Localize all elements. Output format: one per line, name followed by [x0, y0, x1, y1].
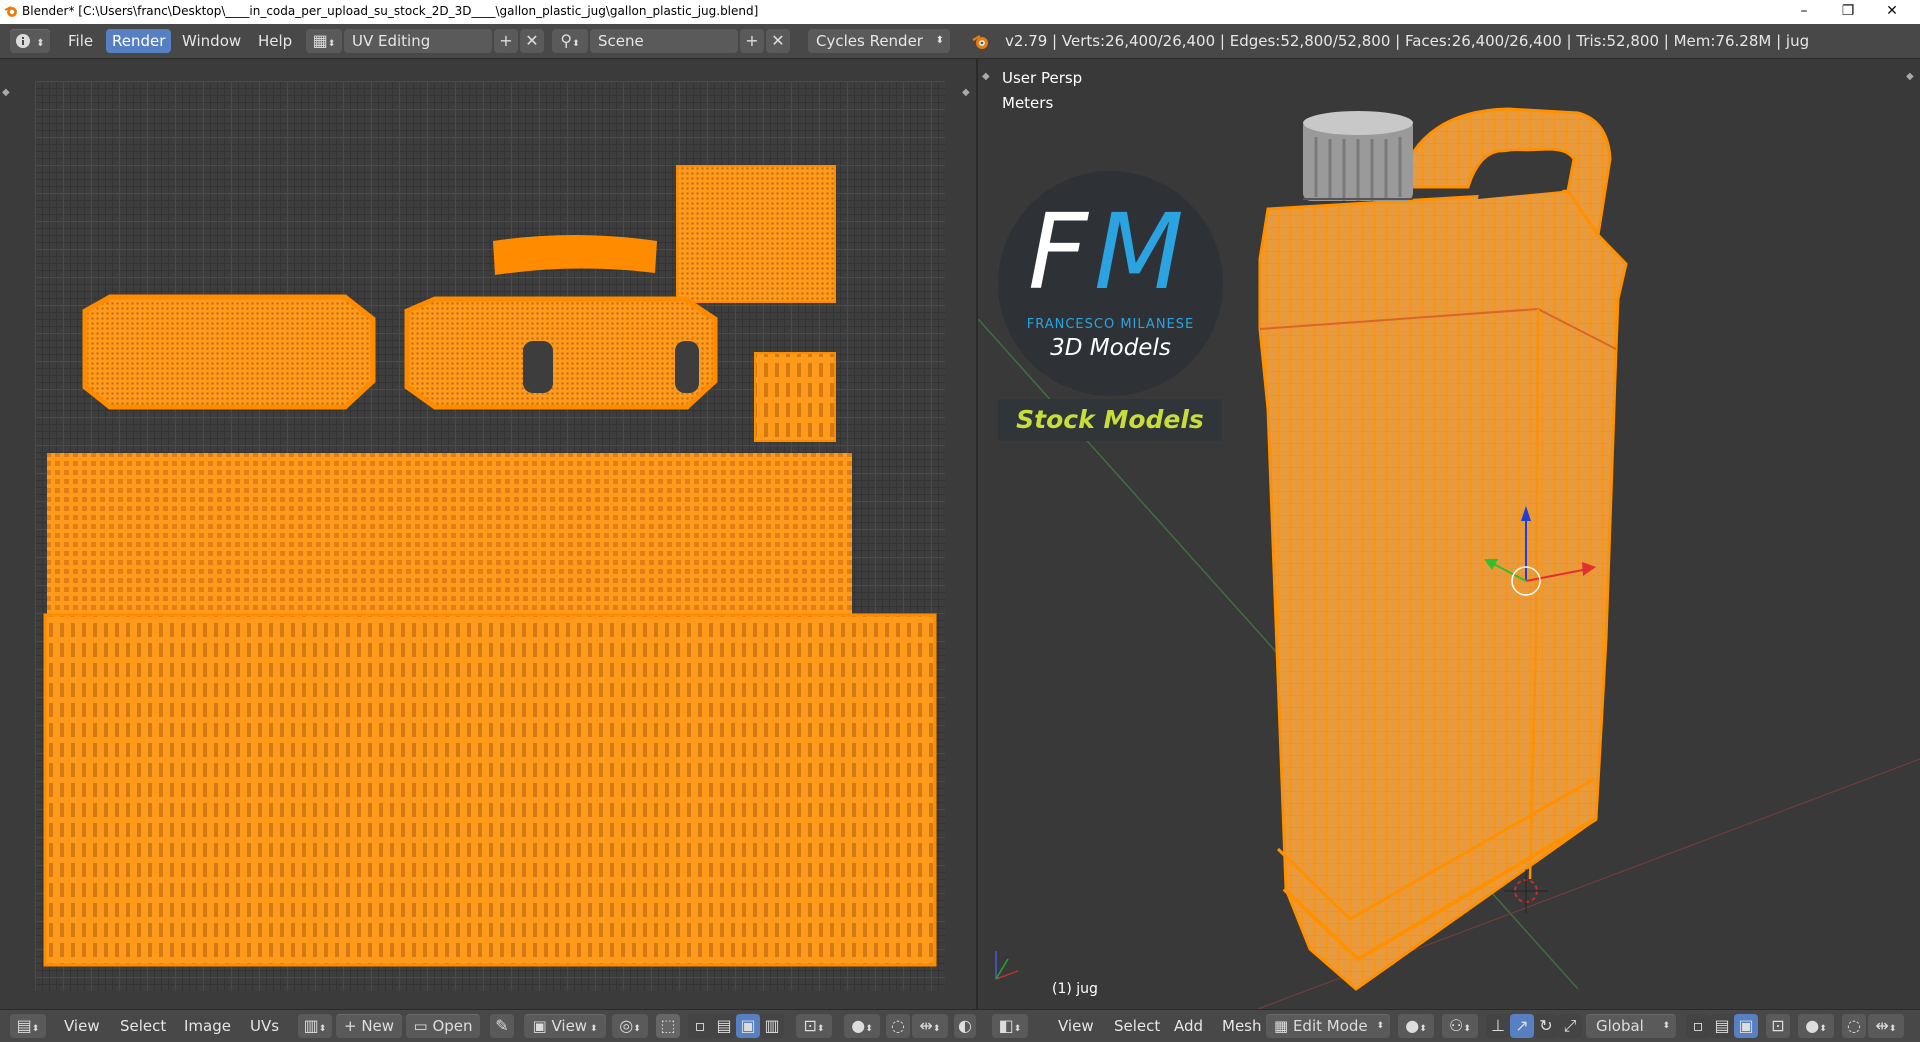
proportional-edit-icon[interactable]: ●⬍	[844, 1014, 880, 1038]
blender-logo-icon	[972, 35, 988, 49]
snap-element-icon[interactable]: ⇹⬍	[912, 1014, 948, 1038]
uv-grid	[35, 81, 945, 991]
vp-menu-mesh[interactable]: Mesh	[1216, 1014, 1268, 1038]
view-mode-icon: ▣	[532, 1017, 552, 1035]
minimize-button[interactable]: –	[1782, 0, 1826, 24]
uv-overlay-icon[interactable]: ◐	[954, 1014, 976, 1038]
image-editor-type-icon[interactable]: ▤⬍	[10, 1014, 46, 1038]
menu-window[interactable]: Window	[176, 29, 247, 53]
uv-islands	[43, 165, 937, 967]
uv-island-block-top	[676, 165, 836, 303]
pin-icon[interactable]: ✎	[490, 1014, 514, 1038]
uv-image-editor[interactable]: ◆ ◆	[0, 59, 976, 1009]
image-browse-icon[interactable]: ▥⬍	[298, 1014, 332, 1038]
snap-icon[interactable]: ◌	[886, 1014, 910, 1038]
select-vertex-icon[interactable]: ▫	[688, 1014, 712, 1038]
uv-island-side-left	[82, 294, 376, 410]
manipulator-icon[interactable]: ⊥	[1486, 1014, 1510, 1038]
uv-island-cap-strip	[493, 235, 657, 275]
vp-menu-select[interactable]: Select	[1108, 1014, 1166, 1038]
menu-help[interactable]: Help	[252, 29, 298, 53]
3d-viewport[interactable]: ◆ ◆ User Persp Meters F M FRANCESCO MILA…	[978, 59, 1920, 1009]
open-image-button[interactable]: ▭ Open	[406, 1014, 480, 1038]
shading-icon[interactable]: ●⬍	[1398, 1014, 1434, 1038]
pivot-icon[interactable]: ◎⬍	[612, 1014, 648, 1038]
folder-icon: ▭	[413, 1017, 433, 1035]
close-button[interactable]: ✕	[1870, 0, 1914, 24]
scale-icon[interactable]: ⤢	[1558, 1014, 1582, 1038]
object-label: (1) jug	[1052, 981, 1098, 997]
open-label: Open	[432, 1017, 473, 1035]
vp-menu-view[interactable]: View	[1052, 1014, 1100, 1038]
orientation-select[interactable]: Global ⬍	[1586, 1014, 1676, 1038]
vp-snap-icon[interactable]: ◌	[1842, 1014, 1866, 1038]
uv-island-block-small	[754, 352, 836, 442]
add-layout-icon[interactable]: +	[494, 29, 518, 53]
editor-type-button[interactable]: ⬍	[10, 29, 50, 53]
select-island-icon[interactable]: ▥	[760, 1014, 784, 1038]
layout-field[interactable]: UV Editing	[344, 29, 492, 53]
banner-text: Stock Models	[1016, 405, 1204, 434]
scene-icon[interactable]: ⚲⬍	[552, 29, 588, 53]
select-edge-mode-icon[interactable]: ▤	[1710, 1014, 1734, 1038]
uv-island-body	[45, 615, 935, 965]
select-vertex-mode-icon[interactable]: ▫	[1686, 1014, 1710, 1038]
uv-menu-select[interactable]: Select	[114, 1014, 172, 1038]
maximize-button[interactable]: ❐	[1826, 0, 1870, 24]
sync-selection-icon[interactable]: ⬚	[656, 1014, 680, 1038]
remove-scene-icon[interactable]: ✕	[766, 29, 790, 53]
screen-layout-icon[interactable]: ▦⬍	[306, 29, 342, 53]
menu-render[interactable]: Render	[106, 29, 172, 53]
vp-menu-add[interactable]: Add	[1168, 1014, 1209, 1038]
logo-letter-f: F	[1028, 191, 1088, 313]
info-header: ⬍ File Render Window Help ▦⬍ UV Editing …	[0, 24, 1920, 59]
vp-snap-element-icon[interactable]: ⇹⬍	[1868, 1014, 1904, 1038]
region-toggle-right-icon[interactable]: ◆	[962, 87, 970, 98]
window-title: Blender* [C:\Users\franc\Desktop\____in_…	[22, 4, 759, 18]
vp-proportional-edit-icon[interactable]: ●⬍	[1798, 1014, 1834, 1038]
uv-menu-view[interactable]: View	[58, 1014, 106, 1038]
view-mode-select[interactable]: ▣ View ⬍	[524, 1014, 606, 1038]
uv-island-shoulder-band	[47, 453, 852, 615]
orientation-label: Global	[1596, 1017, 1644, 1035]
uv-island-side-right	[404, 296, 718, 410]
uv-menu-image[interactable]: Image	[178, 1014, 237, 1038]
select-face-mode-icon[interactable]: ▣	[1734, 1014, 1758, 1038]
region-toggle-left-icon[interactable]: ◆	[2, 87, 10, 98]
new-label: New	[361, 1017, 395, 1035]
translate-icon[interactable]: ↗	[1510, 1014, 1534, 1038]
edit-mode-icon: ▦	[1274, 1017, 1293, 1035]
mode-label: Edit Mode	[1292, 1017, 1368, 1035]
menu-file[interactable]: File	[62, 29, 99, 53]
scene-field[interactable]: Scene	[590, 29, 738, 53]
scene-statistics: v2.79 | Verts:26,400/26,400 | Edges:52,8…	[1005, 32, 1810, 50]
blender-logo-icon	[4, 6, 17, 17]
sticky-select-icon[interactable]: ⊡⬍	[796, 1014, 832, 1038]
info-icon	[16, 34, 31, 48]
logo-letter-m: M	[1094, 191, 1184, 313]
window-titlebar: Blender* [C:\Users\franc\Desktop\____in_…	[0, 0, 1920, 24]
view-mode-label: View	[551, 1017, 588, 1035]
uv-menu-uvs[interactable]: UVs	[244, 1014, 285, 1038]
editor-footers: ▤⬍ View Select Image UVs ▥⬍ + New ▭ Open…	[0, 1009, 1920, 1042]
render-engine-label: Cycles Render	[816, 32, 923, 50]
stock-models-banner: Stock Models	[998, 399, 1222, 441]
axis-widget-icon	[995, 951, 1019, 980]
plus-icon: +	[343, 1017, 362, 1035]
select-edge-icon[interactable]: ▤	[712, 1014, 736, 1038]
viewport-type-icon[interactable]: ◧⬍	[992, 1014, 1028, 1038]
add-scene-icon[interactable]: +	[740, 29, 764, 53]
select-face-icon[interactable]: ▣	[736, 1014, 760, 1038]
remove-layout-icon[interactable]: ✕	[520, 29, 544, 53]
logo-subtitle: 3D Models	[1050, 335, 1171, 361]
mode-select[interactable]: ▦ Edit Mode ⬍	[1266, 1014, 1390, 1038]
rotate-icon[interactable]: ↻	[1534, 1014, 1558, 1038]
limit-selection-icon[interactable]: ⊡	[1766, 1014, 1790, 1038]
pivot-point-icon[interactable]: ⚇⬍	[1442, 1014, 1478, 1038]
jug-mesh	[1258, 107, 1628, 991]
new-image-button[interactable]: + New	[336, 1014, 402, 1038]
logo-name: FRANCESCO MILANESE	[1026, 317, 1195, 332]
render-engine-select[interactable]: Cycles Render ⬍	[808, 29, 950, 53]
